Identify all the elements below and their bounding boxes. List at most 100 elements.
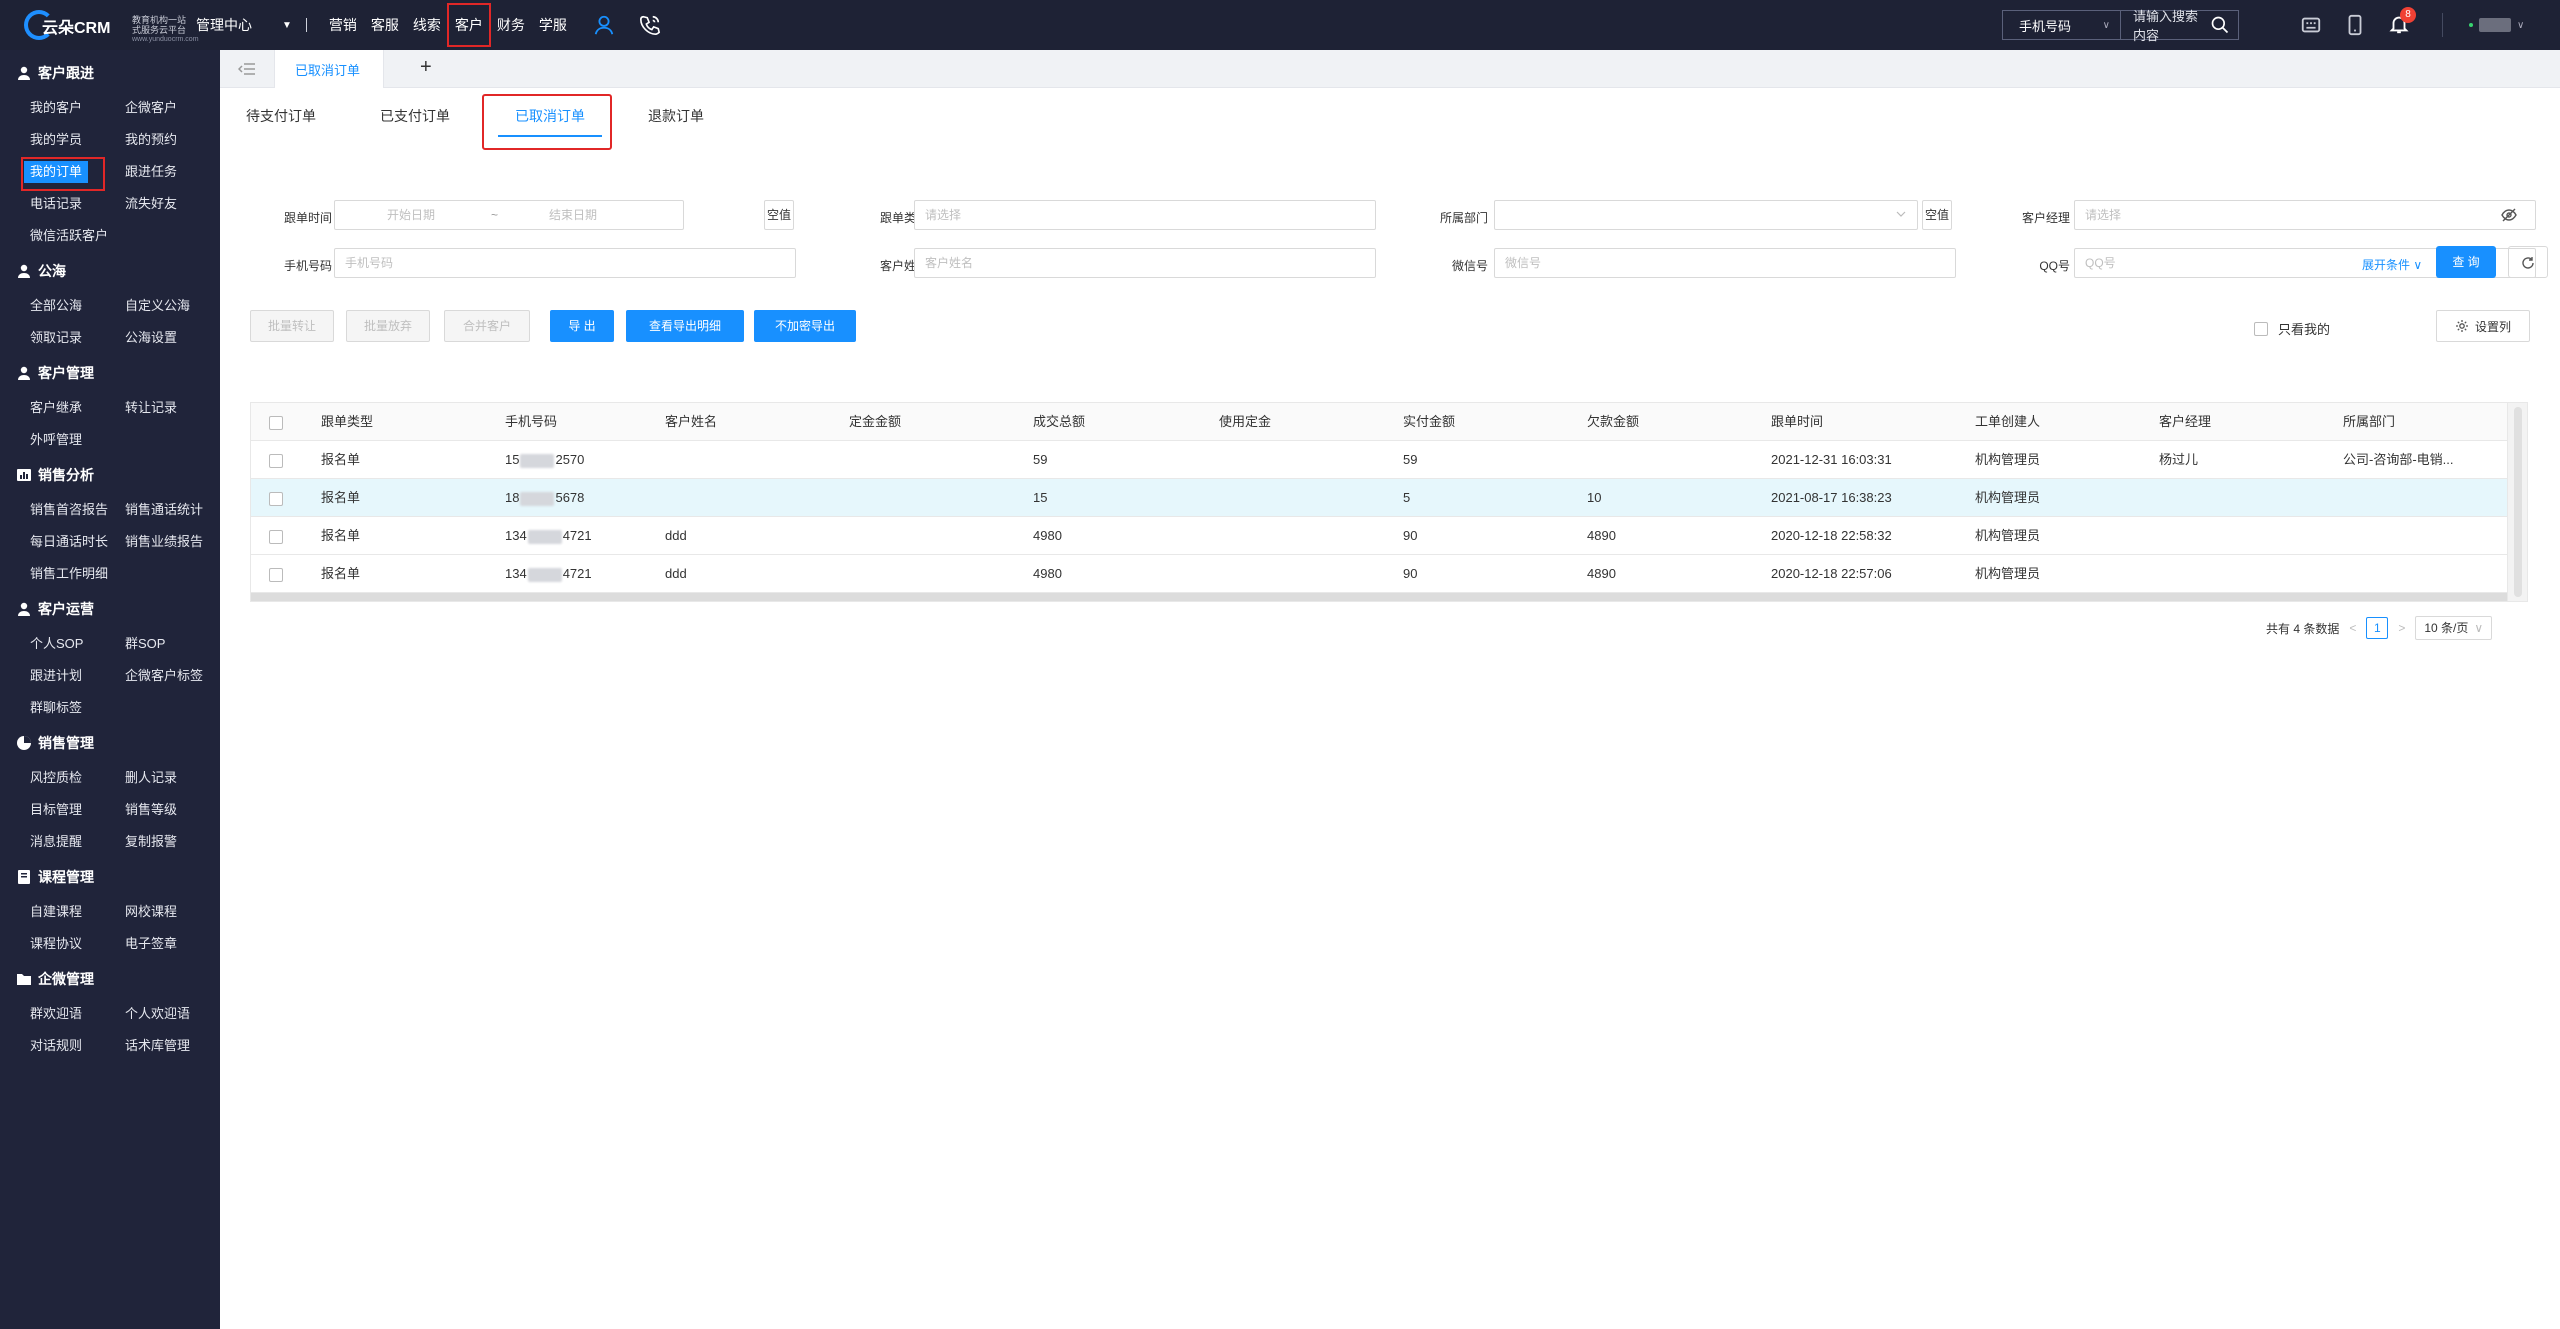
tab-paid[interactable]: 已支付订单: [380, 106, 450, 126]
col-deposit[interactable]: 定金金额: [849, 403, 901, 441]
customer-name-input[interactable]: 客户姓名: [914, 248, 1376, 278]
only-mine-toggle[interactable]: 只看我的: [2254, 319, 2330, 338]
row-checkbox[interactable]: [269, 567, 283, 582]
batch-transfer-button[interactable]: 批量转让: [250, 310, 334, 342]
end-date-input[interactable]: 结束日期: [549, 201, 597, 229]
page-tab-cancelled-orders[interactable]: 已取消订单: [274, 50, 384, 88]
col-owed[interactable]: 欠款金额: [1587, 403, 1639, 441]
order-type-select[interactable]: 请选择: [914, 200, 1376, 230]
sidebar-item-transfer-records[interactable]: 转让记录: [125, 392, 220, 424]
keyboard-icon[interactable]: [2300, 14, 2322, 36]
brand-logo[interactable]: 云朵CRM 教育机构一站 式服务云平台 www.yunduocrm.com: [22, 8, 199, 43]
col-order-time[interactable]: 跟单时间: [1771, 403, 1823, 441]
set-columns-button[interactable]: 设置列: [2436, 310, 2530, 342]
page-1-button[interactable]: 1: [2366, 617, 2389, 639]
notification-bell[interactable]: 8: [2388, 6, 2416, 38]
sidebar-item-online-courses[interactable]: 网校课程: [125, 896, 220, 928]
sidebar-item-personal-sop[interactable]: 个人SOP: [30, 628, 125, 660]
search-icon[interactable]: [2210, 15, 2230, 35]
sidebar-item-group-chat-tags[interactable]: 群聊标签: [30, 692, 125, 724]
sidebar-item-my-customers[interactable]: 我的客户: [30, 92, 125, 124]
sidebar-item-script-library[interactable]: 话术库管理: [125, 1030, 220, 1062]
user-menu[interactable]: ∨: [2469, 18, 2524, 32]
phone-call-icon[interactable]: [639, 14, 661, 36]
sidebar-item-sales-level[interactable]: 销售等级: [125, 794, 220, 826]
plain-export-button[interactable]: 不加密导出: [754, 310, 856, 342]
row-checkbox[interactable]: [269, 491, 283, 506]
export-button[interactable]: 导 出: [550, 310, 614, 342]
sidebar-item-course-agreement[interactable]: 课程协议: [30, 928, 125, 960]
phone-input[interactable]: 手机号码: [334, 248, 796, 278]
sidebar-item-daily-call-duration[interactable]: 每日通话时长: [30, 526, 125, 558]
sidebar-item-claim-records[interactable]: 领取记录: [30, 322, 125, 354]
sidebar-item-performance-report[interactable]: 销售业绩报告: [125, 526, 220, 558]
row-checkbox[interactable]: [269, 453, 283, 468]
dept-select[interactable]: [1494, 200, 1918, 230]
col-total[interactable]: 成交总额: [1033, 403, 1085, 441]
nav-item-finance[interactable]: 财务: [497, 15, 525, 35]
sidebar-item-custom-pools[interactable]: 自定义公海: [125, 290, 220, 322]
manager-select[interactable]: 请选择: [2074, 200, 2536, 230]
order-time-range[interactable]: 开始日期 ~ 结束日期: [334, 200, 684, 230]
sidebar-item-message-reminder[interactable]: 消息提醒: [30, 826, 125, 858]
search-type-select[interactable]: 手机号码 ∨: [2003, 11, 2121, 39]
sidebar-item-own-courses[interactable]: 自建课程: [30, 896, 125, 928]
sidebar-item-lost-friends[interactable]: 流失好友: [125, 188, 220, 220]
eye-hidden-icon[interactable]: [2501, 208, 2517, 222]
batch-abandon-button[interactable]: 批量放弃: [346, 310, 430, 342]
col-customer-name[interactable]: 客户姓名: [665, 403, 717, 441]
sidebar-item-followup-tasks[interactable]: 跟进任务: [125, 156, 220, 188]
wechat-input[interactable]: 微信号: [1494, 248, 1956, 278]
next-page-button[interactable]: >: [2398, 621, 2405, 635]
only-mine-checkbox[interactable]: [2254, 321, 2268, 336]
sidebar-item-pool-settings[interactable]: 公海设置: [125, 322, 220, 354]
sidebar-item-deletion-records[interactable]: 删人记录: [125, 762, 220, 794]
sidebar-item-my-students[interactable]: 我的学员: [30, 124, 125, 156]
query-button[interactable]: 查 询: [2436, 246, 2496, 278]
table-row[interactable]: 报名单 134 4721 ddd 4980 90 4890 2020-12-18 …: [251, 517, 2507, 555]
nav-item-marketing[interactable]: 营销: [329, 15, 357, 35]
col-dept[interactable]: 所属部门: [2343, 403, 2395, 441]
row-checkbox[interactable]: [269, 529, 283, 544]
col-paid[interactable]: 实付金额: [1403, 403, 1455, 441]
sidebar-item-call-records[interactable]: 电话记录: [30, 188, 125, 220]
sidebar-item-copy-alert[interactable]: 复制报警: [125, 826, 220, 858]
scrollbar-thumb[interactable]: [2514, 407, 2522, 597]
sidebar-item-first-consult-report[interactable]: 销售首咨报告: [30, 494, 125, 526]
table-row[interactable]: 报名单 134 4721 ddd 4980 90 4890 2020-12-18 …: [251, 555, 2507, 593]
nav-item-student-service[interactable]: 学服: [539, 15, 567, 35]
table-row[interactable]: 报名单 18 5678 15 5 10 2021-08-17 16:38:23 机…: [251, 479, 2507, 517]
sidebar-item-group-sop[interactable]: 群SOP: [125, 628, 220, 660]
sidebar-item-wechat-active[interactable]: 微信活跃客户: [30, 220, 125, 252]
dept-empty-button[interactable]: 空值: [1922, 200, 1952, 230]
sidebar-item-wecom-customers[interactable]: 企微客户: [125, 92, 220, 124]
prev-page-button[interactable]: <: [2349, 621, 2356, 635]
col-manager[interactable]: 客户经理: [2159, 403, 2211, 441]
sidebar-item-work-details[interactable]: 销售工作明细: [30, 558, 125, 590]
export-detail-button[interactable]: 查看导出明细: [626, 310, 744, 342]
sidebar-item-followup-plan[interactable]: 跟进计划: [30, 660, 125, 692]
start-date-input[interactable]: 开始日期: [387, 201, 435, 229]
select-all-checkbox[interactable]: [269, 415, 283, 430]
add-tab-button[interactable]: +: [420, 56, 432, 79]
sidebar-item-group-welcome[interactable]: 群欢迎语: [30, 998, 125, 1030]
tab-pending-payment[interactable]: 待支付订单: [246, 106, 316, 126]
merge-customers-button[interactable]: 合并客户: [444, 310, 530, 342]
mobile-icon[interactable]: [2344, 14, 2366, 36]
sidebar-item-customer-inherit[interactable]: 客户继承: [30, 392, 125, 424]
col-used-deposit[interactable]: 使用定金: [1219, 403, 1271, 441]
page-size-select[interactable]: 10 条/页 ∨: [2415, 616, 2493, 640]
user-profile-icon[interactable]: [593, 14, 615, 36]
sidebar-item-outbound-mgmt[interactable]: 外呼管理: [30, 424, 125, 456]
sidebar-item-personal-welcome[interactable]: 个人欢迎语: [125, 998, 220, 1030]
collapse-menu-icon[interactable]: [238, 61, 256, 77]
col-phone[interactable]: 手机号码: [505, 403, 557, 441]
tab-refund[interactable]: 退款订单: [648, 106, 704, 126]
table-vertical-scrollbar[interactable]: [2507, 403, 2527, 601]
nav-item-leads[interactable]: 线索: [413, 15, 441, 35]
search-input[interactable]: 请输入搜索内容: [2121, 6, 2210, 44]
management-center-menu[interactable]: 管理中心 ▼: [196, 15, 292, 35]
refresh-button[interactable]: [2508, 246, 2548, 278]
sidebar-item-my-orders[interactable]: 我的订单: [21, 156, 125, 191]
expand-conditions-link[interactable]: 展开条件 ∨: [2362, 256, 2422, 273]
